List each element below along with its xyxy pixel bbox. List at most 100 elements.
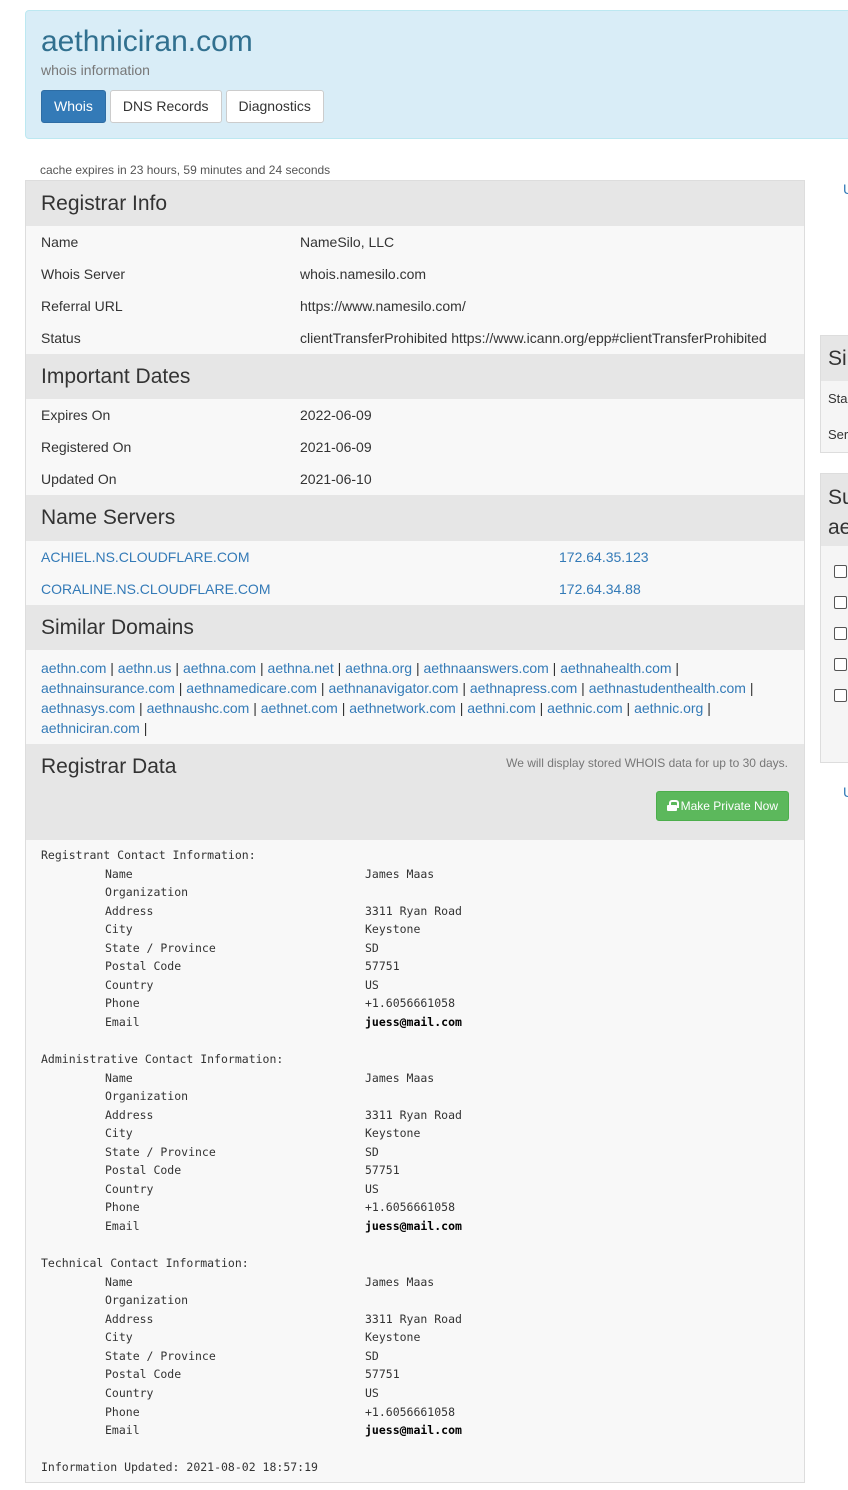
row-value: https://www.namesilo.com/ <box>300 298 466 314</box>
suggestion-checkbox[interactable] <box>834 689 847 702</box>
contact-field-key: Name <box>105 1274 133 1289</box>
row-key: Updated On <box>41 471 117 487</box>
similar-domain-link[interactable]: aethn.us <box>118 660 172 676</box>
similar-domain-link[interactable]: aethnic.org <box>634 700 703 716</box>
similar-domain-link[interactable]: aethni.com <box>467 700 535 716</box>
similar-domain-link[interactable]: aethnainsurance.com <box>41 680 175 696</box>
make-private-button[interactable]: Make Private Now <box>655 791 789 821</box>
name-server-row: CORALINE.NS.CLOUDFLARE.COM 172.64.34.88 <box>26 573 804 605</box>
row-value: clientTransferProhibited https://www.ica… <box>300 330 767 346</box>
sidebar-link[interactable]: U <box>843 784 848 800</box>
separator: | <box>455 700 468 716</box>
row-value: 2021-06-09 <box>300 439 372 455</box>
suggestion-checkbox[interactable] <box>834 627 847 640</box>
similar-domain-link[interactable]: aethniciran.com <box>41 720 140 736</box>
separator: | <box>139 720 148 736</box>
contact-field-value: James Maas <box>365 866 435 881</box>
similar-domain-link[interactable]: aethnastudenthealth.com <box>589 680 746 696</box>
similar-domain-link[interactable]: aethnic.com <box>547 700 622 716</box>
name-server-ip-link[interactable]: 172.64.35.123 <box>559 549 649 565</box>
contact-field-key: Organization <box>105 885 189 900</box>
contact-field-key: Country <box>105 1385 154 1400</box>
contact-field-value: James Maas <box>365 1274 435 1289</box>
name-server-ip-link[interactable]: 172.64.34.88 <box>559 581 641 597</box>
contact-section-title: Technical Contact Information: <box>41 1256 249 1271</box>
similar-domain-link[interactable]: aethnetwork.com <box>349 700 456 716</box>
similar-domain-link[interactable]: aethna.com <box>183 660 256 676</box>
similar-domain-link[interactable]: aethnaushc.com <box>147 700 250 716</box>
domain-header: aethniciran.com whois information Whois … <box>25 10 848 139</box>
contact-email: juess@mail.com <box>365 1423 462 1438</box>
row-key: Status <box>41 330 81 346</box>
suggestions-panel: Su ae <box>820 473 848 763</box>
contact-field-key: City <box>105 1126 133 1141</box>
similar-domain-link[interactable]: aethnanavigator.com <box>328 680 458 696</box>
cache-expiry-note: cache expires in 23 hours, 59 minutes an… <box>40 163 331 177</box>
information-updated: Information Updated: 2021-08-02 18:57:19 <box>41 1460 318 1475</box>
registrar-data-header: Registrar Data We will display stored WH… <box>26 744 804 840</box>
contact-field-value: SD <box>365 1348 379 1363</box>
separator: | <box>671 660 680 676</box>
contact-field-key: Email <box>105 1014 140 1029</box>
row-value: 2021-06-10 <box>300 471 372 487</box>
row-value: 2022-06-09 <box>300 407 372 423</box>
separator: | <box>577 680 589 696</box>
suggestion-checkbox[interactable] <box>834 596 847 609</box>
similar-domain-link[interactable]: aethnasys.com <box>41 700 135 716</box>
similar-domain-link[interactable]: aethnamedicare.com <box>186 680 317 696</box>
contact-field-value: James Maas <box>365 1070 435 1085</box>
whois-retention-note: We will display stored WHOIS data for up… <box>506 756 788 770</box>
row-key: Referral URL <box>41 298 123 314</box>
lock-icon <box>666 800 679 811</box>
contact-field-value: +1.6056661058 <box>365 1200 456 1215</box>
similar-domain-link[interactable]: aethn.com <box>41 660 106 676</box>
similar-domain-link[interactable]: aethnaanswers.com <box>424 660 549 676</box>
contact-field-value: US <box>365 1385 379 1400</box>
sidebar-link[interactable]: U <box>843 181 848 197</box>
name-servers-heading: Name Servers <box>26 495 804 541</box>
contact-field-key: State / Province <box>105 1144 216 1159</box>
contact-field-value: 57751 <box>365 1367 400 1382</box>
name-server-link[interactable]: CORALINE.NS.CLOUDFLARE.COM <box>41 581 270 597</box>
row-value: NameSilo, LLC <box>300 234 395 250</box>
site-info-row: Sta <box>828 391 848 406</box>
registrar-info-row: Whois Server whois.namesilo.com <box>26 258 804 290</box>
row-key: Name <box>41 234 79 250</box>
similar-domain-link[interactable]: aethna.org <box>345 660 412 676</box>
separator: | <box>333 660 346 676</box>
separator: | <box>317 680 329 696</box>
row-value: whois.namesilo.com <box>300 266 427 282</box>
contact-field-value: US <box>365 977 379 992</box>
tab-whois[interactable]: Whois <box>41 90 106 123</box>
site-info-row: Ser <box>828 427 848 442</box>
contact-field-value: +1.6056661058 <box>365 996 456 1011</box>
similar-domain-link[interactable]: aethnapress.com <box>470 680 577 696</box>
contact-email: juess@mail.com <box>365 1014 462 1029</box>
registrar-info-heading: Registrar Info <box>26 181 804 226</box>
contact-field-value: US <box>365 1181 379 1196</box>
date-row: Updated On 2021-06-10 <box>26 463 804 495</box>
tab-dns-records[interactable]: DNS Records <box>109 90 222 123</box>
contact-field-value: Keystone <box>365 1126 421 1141</box>
similar-domain-link[interactable]: aethnahealth.com <box>560 660 671 676</box>
contact-field-value: 57751 <box>365 959 400 974</box>
date-row: Expires On 2022-06-09 <box>26 399 804 431</box>
separator: | <box>412 660 424 676</box>
contact-field-key: Phone <box>105 996 140 1011</box>
contact-field-value: Keystone <box>365 1330 421 1345</box>
date-row: Registered On 2021-06-09 <box>26 431 804 463</box>
suggestion-checkbox[interactable] <box>834 565 847 578</box>
tab-diagnostics[interactable]: Diagnostics <box>225 90 324 123</box>
contact-field-key: Address <box>105 1107 154 1122</box>
similar-domain-link[interactable]: aethna.net <box>268 660 334 676</box>
suggestion-checkbox[interactable] <box>834 658 847 671</box>
contact-section-title: Administrative Contact Information: <box>41 1052 284 1067</box>
contact-field-value: 3311 Ryan Road <box>365 903 462 918</box>
similar-domain-link[interactable]: aethnet.com <box>261 700 338 716</box>
name-server-link[interactable]: ACHIEL.NS.CLOUDFLARE.COM <box>41 549 249 565</box>
contact-field-value: SD <box>365 1144 379 1159</box>
contact-field-key: City <box>105 922 133 937</box>
contact-field-key: Phone <box>105 1200 140 1215</box>
contact-field-key: Email <box>105 1219 140 1233</box>
contact-field-key: Organization <box>105 1293 189 1308</box>
